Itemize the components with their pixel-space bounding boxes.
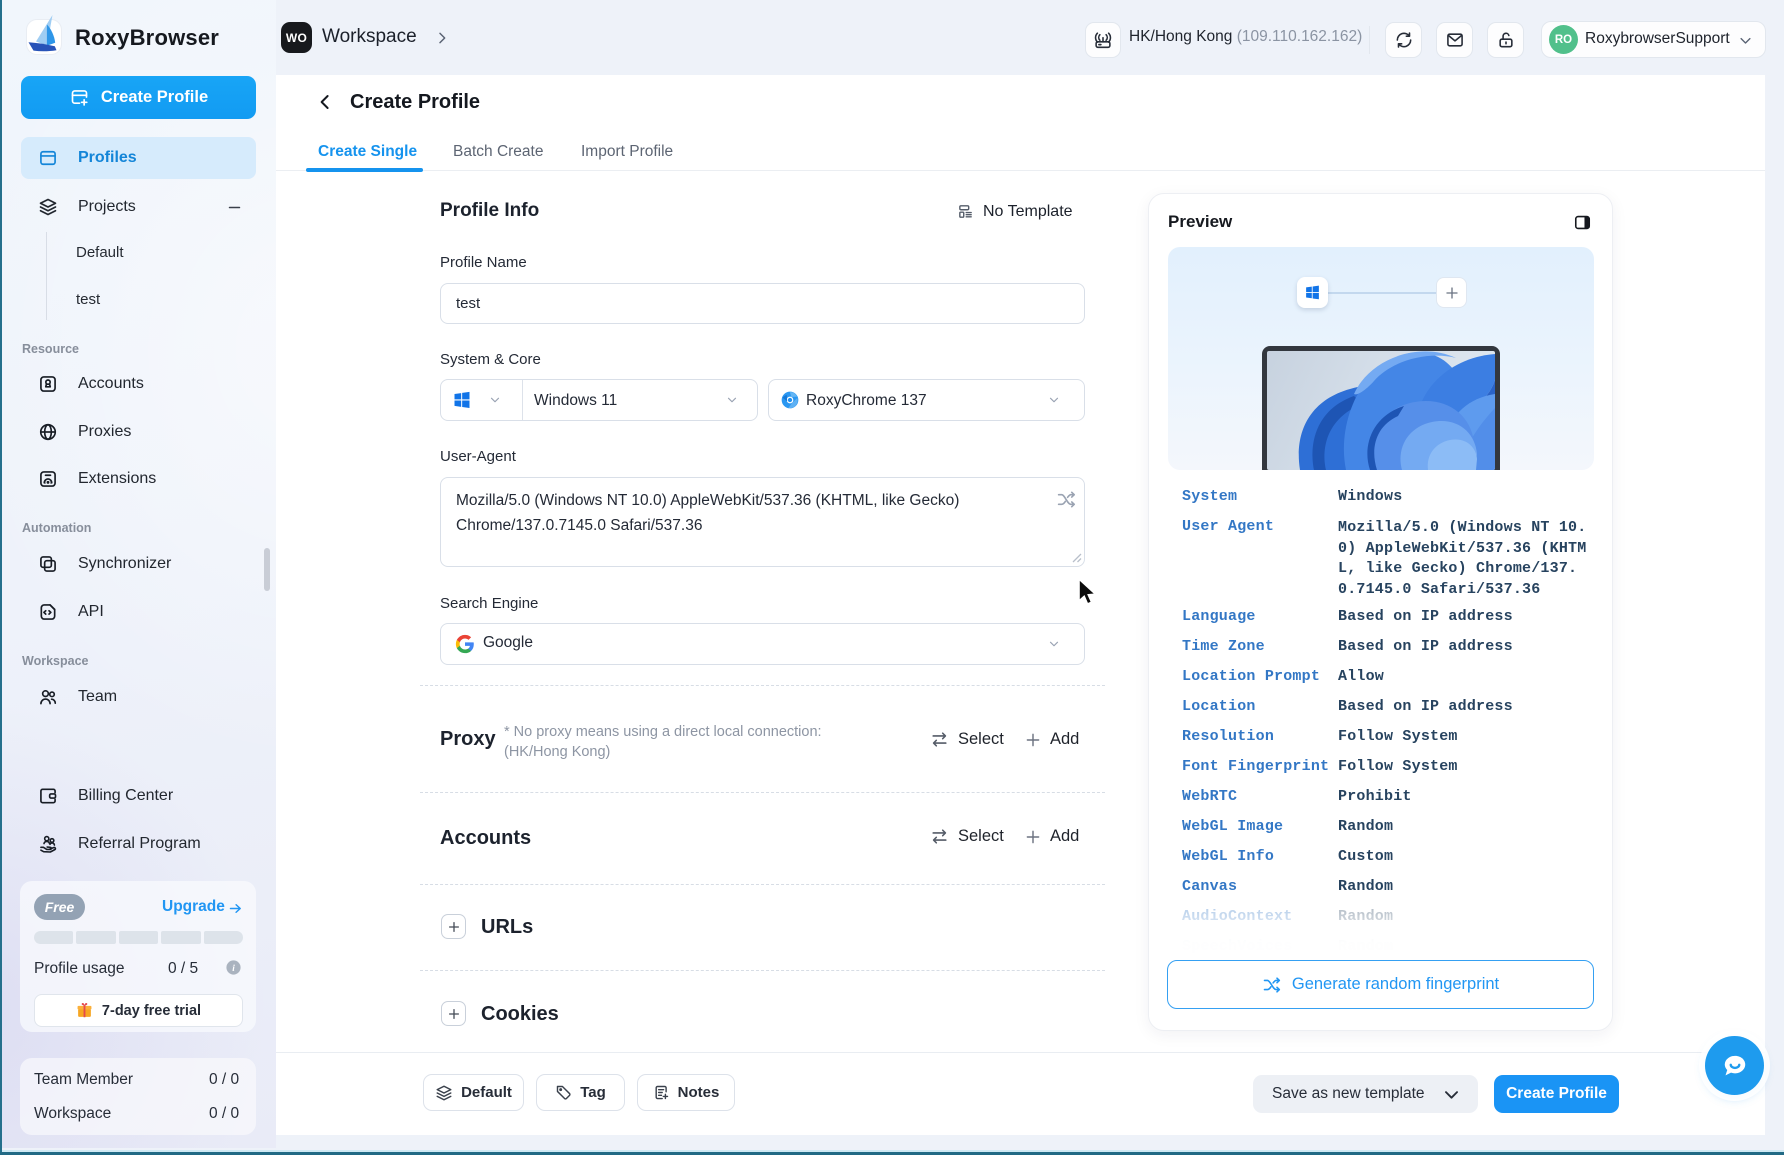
svg-text:i: i (232, 963, 235, 973)
